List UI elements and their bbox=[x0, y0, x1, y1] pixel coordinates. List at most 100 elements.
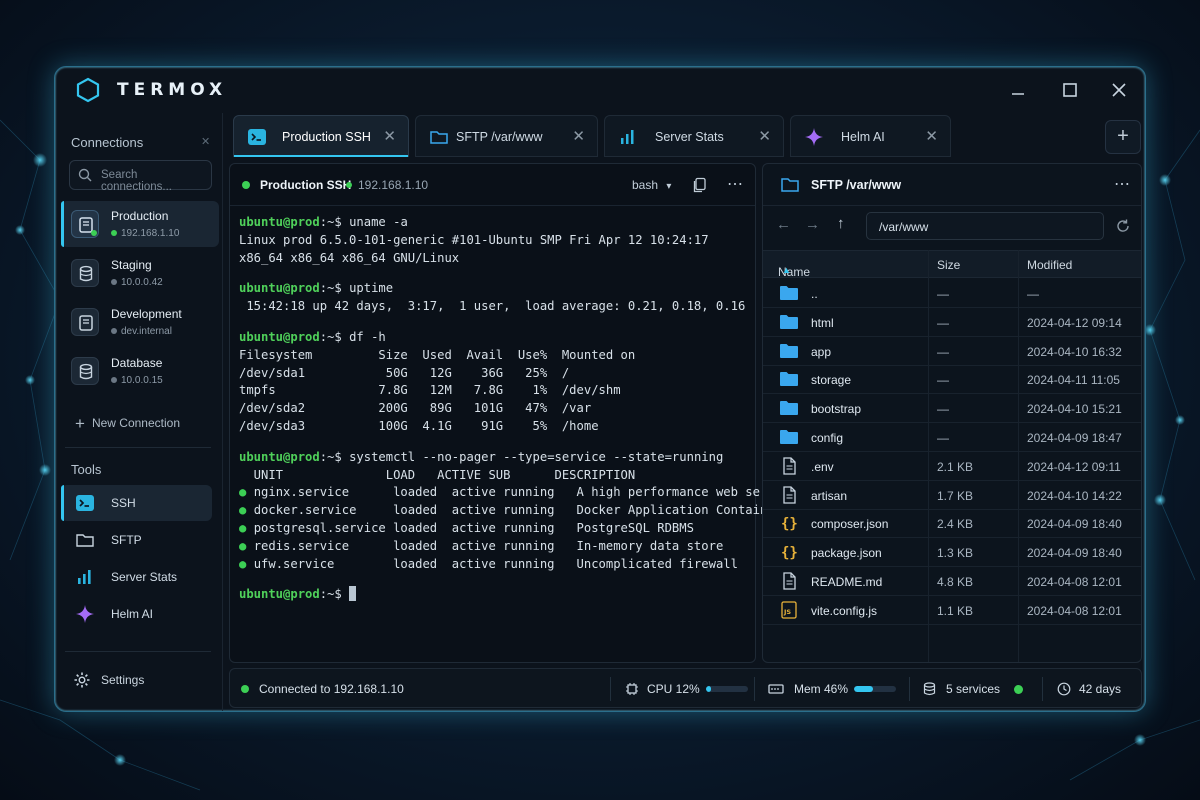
new-tab-button[interactable]: + bbox=[1105, 120, 1141, 154]
plus-icon: + bbox=[75, 414, 85, 433]
file-row[interactable]: app — 2024-04-10 16:32 bbox=[763, 337, 1141, 366]
search-connections-input[interactable]: Search connections... bbox=[69, 160, 212, 193]
memory-usage: Mem 46% bbox=[794, 682, 897, 696]
file-name: html bbox=[811, 315, 834, 330]
offline-status-dot bbox=[111, 279, 117, 285]
close-tab-icon[interactable]: ✕ bbox=[383, 127, 396, 145]
tab-sftp[interactable]: SFTP /var/www ✕ bbox=[415, 115, 598, 157]
prompt-suffix: :~$ bbox=[319, 587, 350, 602]
connection-status-dot bbox=[241, 685, 249, 693]
forward-arrow-icon[interactable]: → bbox=[805, 216, 820, 233]
new-connection-button[interactable]: + New Connection bbox=[75, 414, 180, 434]
json-icon: {} bbox=[779, 514, 799, 532]
connection-item-production[interactable]: Production 192.168.1.10 bbox=[61, 201, 219, 247]
tool-item-server-stats[interactable]: Server Stats bbox=[61, 559, 212, 595]
column-size[interactable]: Size bbox=[937, 258, 960, 272]
more-options-icon[interactable]: ⋯ bbox=[727, 174, 743, 194]
file-row[interactable]: .. — — bbox=[763, 279, 1141, 308]
connection-item-staging[interactable]: Staging 10.0.0.42 bbox=[61, 250, 219, 296]
database-icon bbox=[923, 682, 936, 696]
refresh-icon[interactable] bbox=[1115, 218, 1131, 234]
file-name: .. bbox=[811, 287, 818, 301]
service-row: ● docker.service loaded active running D… bbox=[239, 502, 782, 520]
prompt-suffix: :~$ bbox=[319, 281, 350, 296]
collapse-connections-icon[interactable]: ✕ bbox=[201, 135, 210, 148]
close-icon[interactable] bbox=[1108, 79, 1130, 101]
service-row: ● redis.service loaded active running In… bbox=[239, 538, 751, 556]
file-modified: — bbox=[1027, 287, 1039, 301]
terminal-icon bbox=[248, 129, 266, 145]
file-name: artisan bbox=[811, 488, 848, 503]
connection-item-development[interactable]: Development dev.internal bbox=[61, 299, 219, 345]
terminal-pane[interactable]: Production SSH 192.168.1.10 bash ▾ ⋯ ubu… bbox=[229, 163, 789, 663]
shell-label: bash bbox=[632, 178, 659, 192]
prompt: ubuntu@prod bbox=[239, 449, 320, 464]
back-arrow-icon[interactable]: ← bbox=[776, 216, 791, 233]
tool-item-ssh[interactable]: SSH bbox=[61, 485, 212, 521]
close-tab-icon[interactable]: ✕ bbox=[572, 127, 585, 145]
file-size: 2.4 KB bbox=[937, 517, 974, 532]
tool-item-sftp[interactable]: SFTP bbox=[61, 522, 212, 558]
js-icon: JS bbox=[779, 601, 799, 619]
maximize-icon[interactable] bbox=[1059, 79, 1081, 101]
minimize-icon[interactable] bbox=[1007, 79, 1029, 101]
cpu-bar-fill bbox=[705, 686, 711, 692]
command-text: uptime bbox=[349, 281, 394, 296]
close-tab-icon[interactable]: ✕ bbox=[925, 127, 938, 145]
file-row[interactable]: html — 2024-04-12 09:14 bbox=[763, 308, 1141, 337]
file-row[interactable]: {} composer.json 2.4 KB 2024-04-09 18:40 bbox=[763, 509, 1141, 539]
clock-icon bbox=[1057, 682, 1071, 696]
svg-text:{}: {} bbox=[781, 545, 798, 561]
tool-item-helm-ai[interactable]: Helm AI bbox=[61, 596, 212, 632]
copy-icon[interactable] bbox=[692, 177, 708, 193]
server-icon bbox=[71, 210, 99, 238]
file-row[interactable]: bootstrap — 2024-04-10 15:21 bbox=[763, 394, 1141, 424]
file-modified: 2024-04-12 09:14 bbox=[1027, 315, 1122, 330]
settings-button[interactable]: Settings bbox=[73, 671, 144, 689]
file-row[interactable]: README.md 4.8 KB 2024-04-08 12:01 bbox=[763, 567, 1141, 596]
sidebar-divider bbox=[65, 651, 211, 652]
sftp-pane: SFTP /var/www ⋯ ← → ↑ /var/www Name ▲ Si… bbox=[762, 163, 1142, 663]
output-line: /dev/sda1 50G 12G 36G 25% / bbox=[239, 365, 570, 380]
svg-text:{}: {} bbox=[781, 516, 798, 532]
file-name: vite.config.js bbox=[811, 603, 878, 618]
file-row[interactable]: config — 2024-04-09 18:47 bbox=[763, 423, 1141, 452]
file-modified: 2024-04-09 18:40 bbox=[1027, 546, 1122, 561]
json-icon: {} bbox=[779, 543, 799, 561]
tab-server-stats[interactable]: Server Stats ✕ bbox=[604, 115, 784, 157]
terminal-header: Production SSH 192.168.1.10 bash ▾ ⋯ bbox=[230, 164, 755, 206]
path-input[interactable]: /var/www bbox=[866, 212, 1104, 240]
file-modified: 2024-04-09 18:47 bbox=[1027, 431, 1122, 445]
folder-icon bbox=[779, 342, 799, 360]
offline-status-dot bbox=[111, 328, 117, 334]
file-row[interactable]: storage — 2024-04-11 11:05 bbox=[763, 365, 1141, 395]
file-row[interactable]: JS vite.config.js 1.1 KB 2024-04-08 12:01 bbox=[763, 596, 1141, 625]
file-row[interactable]: .env 2.1 KB 2024-04-12 09:11 bbox=[763, 452, 1141, 481]
column-modified[interactable]: Modified bbox=[1027, 258, 1072, 272]
file-row[interactable]: {} package.json 1.3 KB 2024-04-09 18:40 bbox=[763, 538, 1141, 568]
cpu-icon bbox=[626, 683, 638, 695]
bar-chart-icon bbox=[78, 570, 91, 584]
sidebar: Connections ✕ Search connections... Prod… bbox=[55, 113, 223, 711]
connection-item-database[interactable]: Database 10.0.0.15 bbox=[61, 348, 219, 394]
tab-production-ssh[interactable]: Production SSH ✕ bbox=[233, 115, 409, 157]
file-row[interactable]: artisan 1.7 KB 2024-04-10 14:22 bbox=[763, 481, 1141, 510]
file-modified: 2024-04-08 12:01 bbox=[1027, 603, 1122, 618]
close-tab-icon[interactable]: ✕ bbox=[758, 127, 771, 145]
tab-helm-ai[interactable]: Helm AI ✕ bbox=[790, 115, 951, 157]
terminal-output: ubuntu@prod :~$ uname -a Linux prod 6.5.0-… bbox=[239, 214, 789, 604]
command-line: ubuntu@prod:~$ df -h bbox=[239, 329, 751, 347]
output-line: Linux prod 6.5.0-101-generic #101-Ubuntu… bbox=[239, 232, 709, 247]
memory-bar bbox=[854, 686, 897, 692]
shell-selector[interactable]: bash ▾ bbox=[632, 178, 671, 192]
command-text: uname -a bbox=[349, 215, 408, 229]
services-count: 5 services bbox=[946, 682, 1001, 696]
service-row: ● nginx.service loaded active running A … bbox=[239, 484, 789, 502]
app-title: TERMOX bbox=[117, 80, 228, 100]
more-options-icon[interactable]: ⋯ bbox=[1114, 174, 1130, 194]
up-arrow-icon[interactable]: ↑ bbox=[837, 215, 845, 232]
status-divider bbox=[610, 677, 611, 701]
service-text: ufw.service loaded active running Uncomp… bbox=[253, 556, 738, 571]
connection-address-text: 10.0.0.42 bbox=[121, 277, 163, 288]
